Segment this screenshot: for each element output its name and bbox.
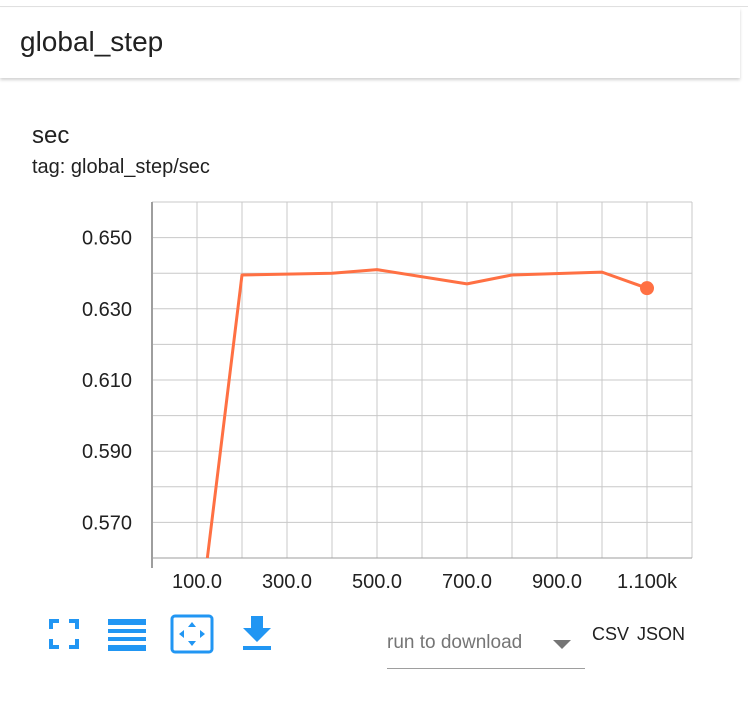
run-download-select[interactable]: run to download <box>387 622 585 669</box>
x-tick-label: 900.0 <box>532 571 582 593</box>
x-tick-label: 1.100k <box>617 571 678 593</box>
list-icon[interactable] <box>108 617 148 653</box>
y-tick-label: 0.590 <box>82 441 132 463</box>
x-tick-label: 500.0 <box>352 571 402 593</box>
scalar-chart[interactable]: 0.570 0.590 0.610 0.630 0.650 100.0 300.0 500.0… <box>0 190 748 610</box>
card-title: sec <box>32 122 70 149</box>
csv-link[interactable]: CSV <box>592 624 629 645</box>
series-line <box>205 268 648 559</box>
run-download-placeholder: run to download <box>387 632 523 653</box>
top-divider <box>0 6 748 7</box>
y-tick-label: 0.650 <box>82 228 132 250</box>
y-tick-label: 0.610 <box>82 370 132 392</box>
y-tick-label: 0.630 <box>82 299 132 321</box>
chart-ticks: 0.570 0.590 0.610 0.630 0.650 100.0 300.0 500.0… <box>82 228 678 593</box>
x-tick-label: 100.0 <box>172 571 222 593</box>
fullscreen-icon[interactable] <box>48 618 80 650</box>
chart-series <box>205 268 654 559</box>
group-title: global_step <box>20 26 164 57</box>
json-link[interactable]: JSON <box>637 624 685 645</box>
chevron-down-icon <box>553 640 571 649</box>
chart-grid <box>151 201 693 559</box>
fit-domain-icon[interactable] <box>170 614 214 654</box>
card-tag: tag: global_step/sec <box>32 156 210 178</box>
y-tick-label: 0.570 <box>82 512 132 534</box>
group-header[interactable]: global_step <box>0 8 740 78</box>
x-tick-label: 300.0 <box>262 571 312 593</box>
x-tick-label: 700.0 <box>442 571 492 593</box>
series-last-point <box>640 281 654 296</box>
download-icon[interactable] <box>240 614 274 652</box>
